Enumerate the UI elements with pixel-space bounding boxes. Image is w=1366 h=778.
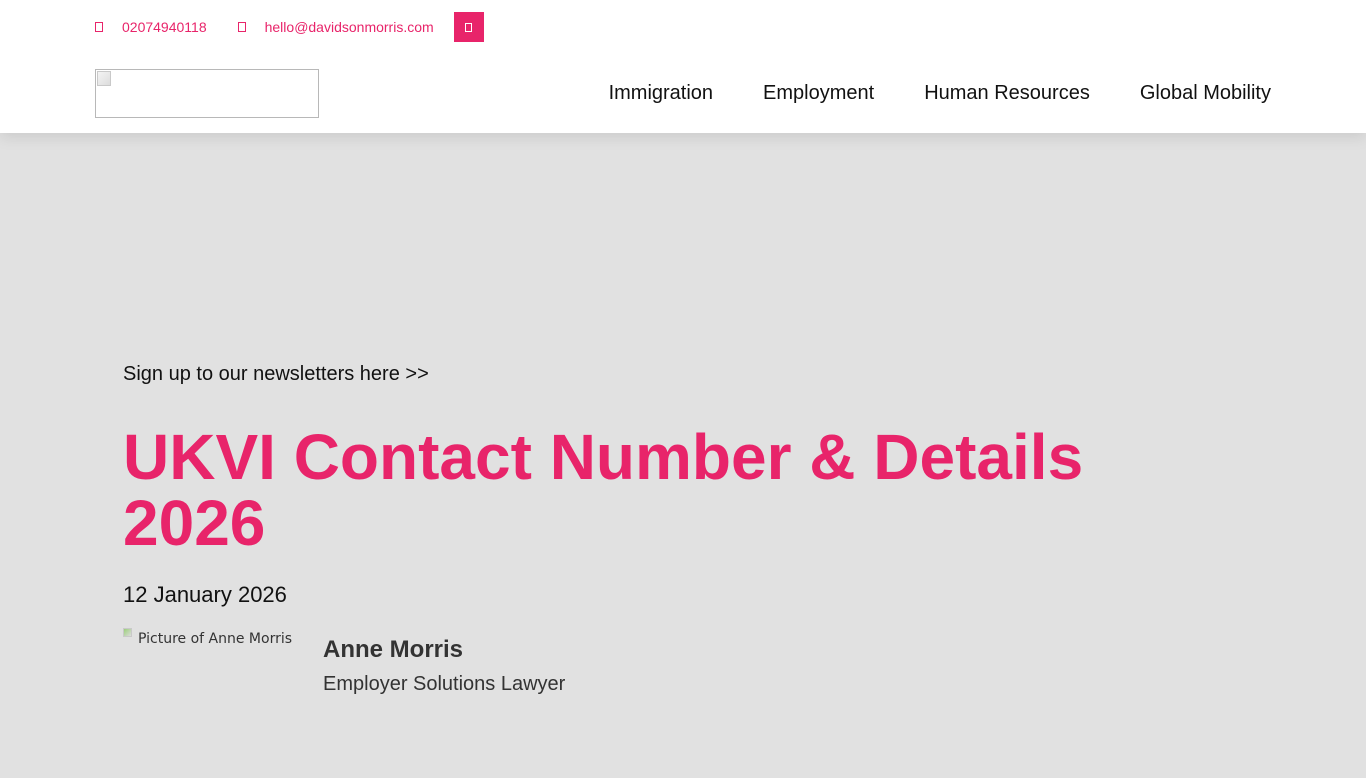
author-avatar-alt: Picture of Anne Morris — [138, 631, 293, 647]
site-logo[interactable] — [95, 69, 319, 118]
phone-number: 02074940118 — [122, 19, 207, 35]
newsletter-signup-link[interactable]: Sign up to our newsletters here >> — [123, 363, 429, 386]
author-name: Anne Morris — [323, 636, 464, 663]
nav-item-global-mobility[interactable]: Global Mobility — [1140, 82, 1271, 105]
nav-item-human-resources[interactable]: Human Resources — [924, 82, 1090, 105]
broken-image-icon — [123, 628, 132, 637]
nav-item-immigration[interactable]: Immigration — [609, 82, 713, 105]
phone-icon — [95, 22, 103, 32]
linkedin-icon — [465, 22, 473, 32]
linkedin-button[interactable] — [453, 12, 484, 42]
email-link[interactable]: hello@davidsonmorris.com — [237, 19, 434, 35]
phone-link[interactable]: 02074940118 — [95, 19, 207, 35]
author-info: Anne Morris Employer Solutions Lawyer — [323, 628, 565, 778]
envelope-icon — [237, 22, 246, 32]
main-nav: Immigration Employment Human Resources G… — [609, 82, 1271, 105]
contact-bar: 02074940118 hello@davidsonmorris.com — [95, 12, 484, 42]
nav-item-employment[interactable]: Employment — [763, 82, 874, 105]
author-avatar: Picture of Anne Morris — [123, 628, 308, 778]
author-block: Picture of Anne Morris Anne Morris Emplo… — [123, 628, 565, 778]
email-address: hello@davidsonmorris.com — [264, 19, 434, 35]
site-header: 02074940118 hello@davidsonmorris.com Imm… — [0, 0, 1366, 133]
author-role: Employer Solutions Lawyer — [323, 673, 566, 695]
article-hero: Sign up to our newsletters here >> UKVI … — [123, 363, 1223, 608]
publish-date: 12 January 2026 — [123, 582, 287, 607]
broken-image-icon — [97, 71, 111, 86]
page-title: UKVI Contact Number & Details 2026 — [123, 421, 1084, 559]
